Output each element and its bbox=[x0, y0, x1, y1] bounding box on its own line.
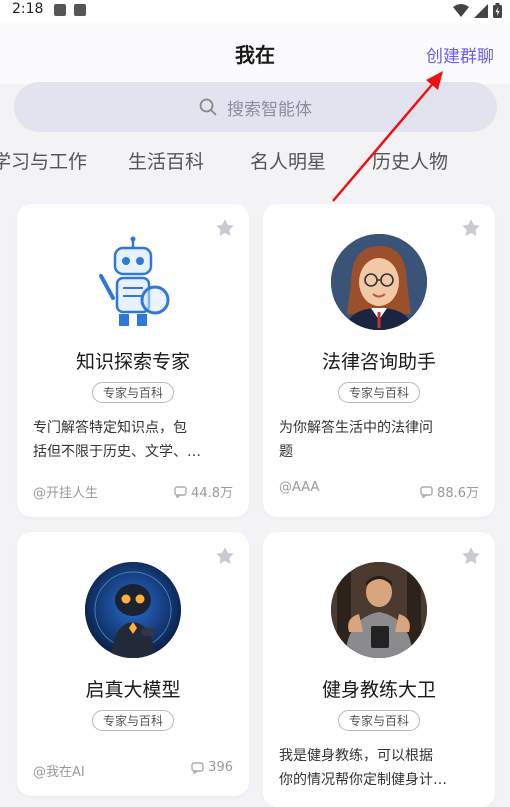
annotation-arrow bbox=[332, 71, 443, 202]
